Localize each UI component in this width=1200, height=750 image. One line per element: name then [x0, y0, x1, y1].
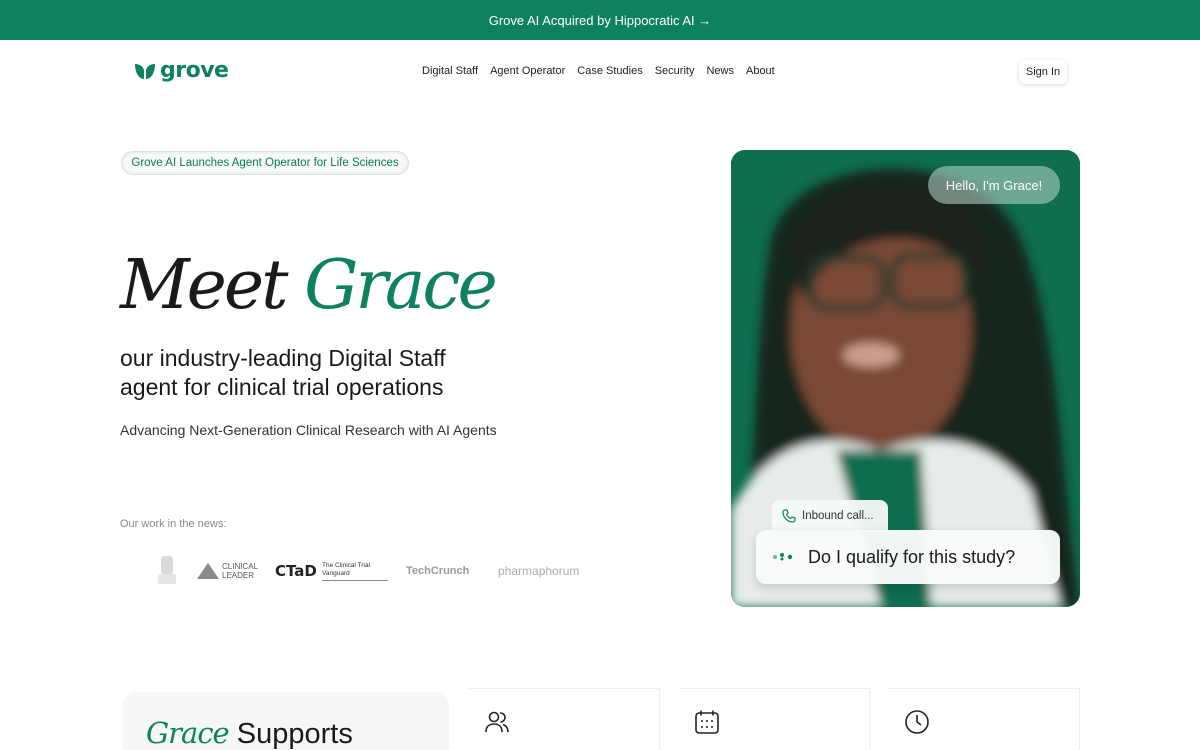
hero-title: Meet Grace [120, 252, 498, 320]
clinical-leader-icon [197, 563, 219, 579]
people-icon [485, 711, 509, 733]
techcrunch-logo: TechCrunch [406, 552, 469, 590]
banner-text[interactable]: Grove AI Acquired by Hippocratic AI → [489, 13, 712, 28]
clinical-leader-text: CLINICAL LEADER [222, 562, 258, 580]
pharmaphorum-text: pharmaphorum [498, 564, 580, 578]
grace-hero-card: Hello, I'm Grace! Inbound call... Do I q… [731, 150, 1080, 607]
feature-card-clock [888, 688, 1080, 750]
hero-subtitle: our industry-leading Digital Staff agent… [120, 345, 446, 400]
caller-question-text: Do I qualify for this study? [808, 546, 1016, 567]
sign-in-button[interactable]: Sign In [1019, 60, 1067, 84]
nav-link-news[interactable]: News [706, 65, 734, 77]
nav-link-agent-operator[interactable]: Agent Operator [490, 65, 565, 77]
ctad-text: CTaD [275, 562, 317, 580]
grove-leaf-icon [135, 63, 155, 79]
vanguard-text: The Clinical Trial Vanguard [322, 562, 388, 581]
clinical-leader-logo: CLINICAL LEADER [197, 552, 258, 590]
supports-title-grace: Grace [146, 716, 230, 750]
logo-text: grove [160, 58, 229, 83]
clinical-trial-vanguard-logo: The Clinical Trial Vanguard [322, 552, 388, 590]
award-trophy-logo [155, 552, 179, 590]
inbound-call-text: Inbound call... [802, 510, 874, 522]
techcrunch-text: TechCrunch [406, 565, 470, 577]
feature-card-calendar [678, 688, 870, 750]
top-nav: grove Digital Staff Agent Operator Case … [0, 40, 1200, 104]
calendar-icon [695, 710, 719, 734]
trophy-icon [158, 556, 176, 584]
hero-tagline: Advancing Next-Generation Clinical Resea… [120, 422, 497, 438]
news-label: Our work in the news: [120, 518, 227, 530]
nav-link-security[interactable]: Security [655, 65, 695, 77]
hello-bubble: Hello, I'm Grace! [928, 166, 1060, 204]
hero-title-grace: Grace [304, 246, 498, 325]
inbound-call-tab: Inbound call... [772, 500, 888, 532]
supports-title-rest: Supports [236, 718, 353, 750]
grace-supports-title: Grace Supports [146, 716, 353, 750]
phone-call-icon [782, 509, 796, 523]
nav-link-case-studies[interactable]: Case Studies [577, 65, 642, 77]
clock-icon [905, 710, 929, 734]
pharmaphorum-logo: pharmaphorum [498, 552, 579, 590]
caller-question-box: Do I qualify for this study? [756, 530, 1060, 584]
grace-supports-card: Grace Supports [122, 692, 449, 750]
announcement-pill[interactable]: Grove AI Launches Agent Operator for Lif… [121, 151, 409, 175]
audio-dots-icon [773, 553, 793, 561]
hero-title-meet: Meet [120, 246, 288, 325]
nav-links: Digital Staff Agent Operator Case Studie… [422, 65, 775, 77]
grove-logo[interactable]: grove [134, 58, 229, 83]
nav-link-about[interactable]: About [746, 65, 775, 77]
ctad-logo: CTaD [275, 552, 317, 590]
feature-card-people [468, 688, 660, 750]
nav-link-digital-staff[interactable]: Digital Staff [422, 65, 478, 77]
features-row: Grace Supports [0, 688, 1200, 750]
announcement-banner[interactable]: Grove AI Acquired by Hippocratic AI → [0, 0, 1200, 40]
